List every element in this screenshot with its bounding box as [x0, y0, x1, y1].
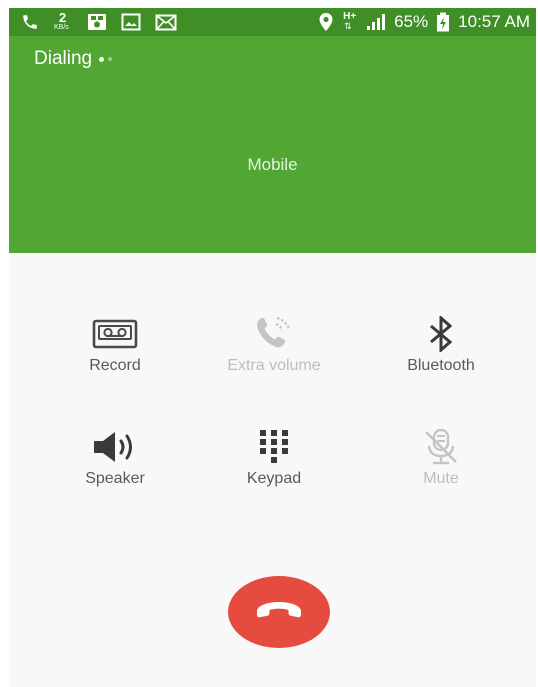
mute-icon	[361, 424, 521, 470]
data-rate-value: 2	[59, 10, 67, 25]
progress-dot	[99, 56, 105, 62]
clock: 10:57 AM	[458, 12, 530, 31]
call-header: Dialing Mobile	[9, 36, 536, 253]
keypad-icon	[194, 424, 354, 470]
call-status: Dialing	[34, 48, 93, 69]
gallery-icon	[121, 13, 141, 31]
speaker-icon	[35, 424, 195, 470]
call-number-label: Mobile	[247, 155, 298, 174]
sim-card-icon	[87, 13, 107, 31]
location-icon	[318, 12, 334, 32]
data-rate-indicator: 2 KB/s	[53, 10, 73, 34]
message-icon	[155, 14, 177, 31]
keypad-label: Keypad	[246, 470, 302, 487]
data-rate-unit: KB/s	[54, 24, 69, 31]
bluetooth-label: Bluetooth	[407, 357, 475, 374]
network-type-indicator: H+ ⇅	[342, 11, 358, 33]
extra-volume-label: Extra volume	[227, 357, 321, 374]
call-status-row: Dialing	[34, 48, 113, 70]
battery-percent: 65%	[394, 12, 429, 31]
speaker-label: Speaker	[85, 470, 145, 487]
progress-dot	[108, 57, 113, 61]
call-screen: 2 KB/s H+ ⇅ 65% 10:57 AM Dialing Mobile …	[9, 8, 536, 687]
mute-label: Mute	[423, 470, 459, 487]
cassette-icon	[35, 311, 195, 357]
bluetooth-icon	[361, 311, 521, 357]
end-call-icon	[253, 598, 305, 626]
record-label: Record	[89, 357, 141, 374]
extra-volume-icon	[194, 311, 354, 357]
end-call-button[interactable]	[228, 576, 330, 648]
battery-charging-icon	[436, 12, 450, 32]
keypad-button[interactable]: Keypad	[194, 424, 354, 514]
phone-call-icon	[21, 13, 39, 31]
progress-dots-icon	[99, 56, 113, 62]
status-bar-left: 2 KB/s	[21, 8, 177, 36]
record-button[interactable]: Record	[35, 311, 195, 401]
speaker-button[interactable]: Speaker	[35, 424, 195, 514]
extra-volume-button[interactable]: Extra volume	[194, 311, 354, 401]
signal-strength-icon	[366, 13, 386, 31]
status-bar: 2 KB/s H+ ⇅ 65% 10:57 AM	[9, 8, 536, 36]
bluetooth-button[interactable]: Bluetooth	[361, 311, 521, 401]
status-bar-right: H+ ⇅ 65% 10:57 AM	[318, 8, 530, 36]
data-arrows-icon: ⇅	[344, 21, 352, 31]
mute-button[interactable]: Mute	[361, 424, 521, 514]
